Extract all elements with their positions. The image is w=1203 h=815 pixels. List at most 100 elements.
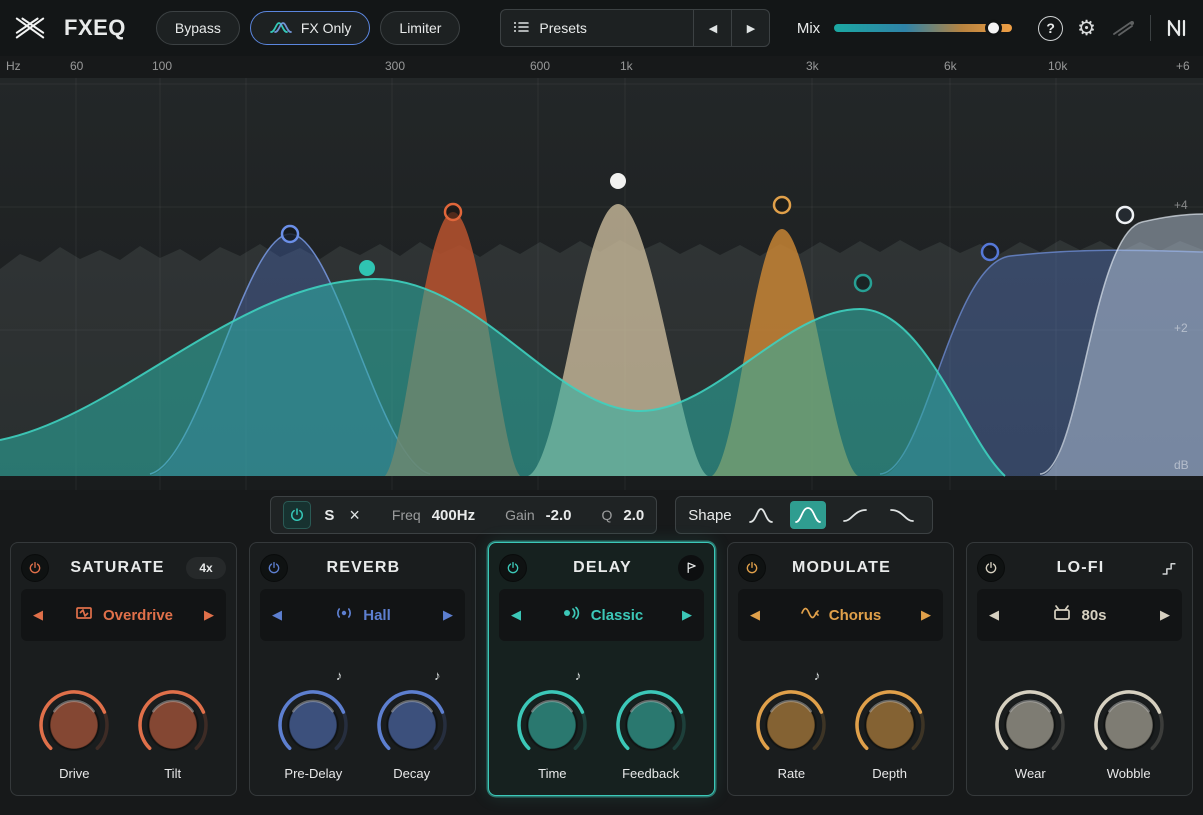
next-mode-button[interactable]: ▶ [670,607,704,623]
depth-knob[interactable] [853,688,927,762]
lofi-mode[interactable]: 80s [1011,603,1148,627]
shape-low-shelf-button[interactable] [837,501,873,529]
module-delay: DELAY ◀ Classic [488,542,715,796]
pre-delay-knob[interactable] [276,688,350,762]
mix-slider-thumb[interactable] [985,20,1002,37]
chorus-wave-icon [800,604,820,626]
routing-icon[interactable] [1110,17,1136,39]
modulate-mode-selector: ◀ Chorus ▶ [738,589,943,641]
module-modulate: MODULATE ◀ Chorus ▶ ♪ [727,542,954,796]
note-sync-icon[interactable]: ♪ [434,668,441,688]
note-sync-icon[interactable]: ♪ [814,668,821,688]
band-handle-5[interactable] [774,197,790,213]
next-mode-button[interactable]: ▶ [192,607,226,623]
mix-slider[interactable] [834,24,1012,32]
band-handle-2[interactable] [359,260,375,276]
knob-label: Wear [1015,766,1046,781]
gain-scale-label: dB [1174,458,1189,472]
bitcrush-stairs-icon[interactable] [1156,555,1182,581]
header-icons: ? ⚙ [1038,15,1189,41]
prev-mode-button[interactable]: ◀ [977,607,1011,623]
band-power-button[interactable] [283,501,311,529]
fx-only-icon [269,20,293,37]
shape-high-shelf-button[interactable] [884,501,920,529]
echo-icon [560,603,582,627]
saturate-mode[interactable]: Overdrive [55,603,192,627]
prev-mode-button[interactable]: ◀ [260,607,294,623]
module-lofi: LO-FI ◀ 80s [966,542,1193,796]
module-reverb: REVERB ◀ Hall ▶ ♪ [249,542,476,796]
prev-mode-button[interactable]: ◀ [499,607,533,623]
next-mode-button[interactable]: ▶ [431,607,465,623]
shape-wide-bell-button[interactable] [790,501,826,529]
reverb-mode[interactable]: Hall [294,603,431,627]
band-handle-4[interactable] [610,173,626,189]
tilt-knob[interactable] [136,688,210,762]
shape-narrow-bell-button[interactable] [743,501,779,529]
lofi-mode-selector: ◀ 80s ▶ [977,589,1182,641]
help-icon[interactable]: ? [1038,16,1063,41]
fx-only-button[interactable]: FX Only [250,11,371,45]
saturate-power-button[interactable] [21,554,49,582]
knob-label: Depth [872,766,907,781]
drive-knob[interactable] [37,688,111,762]
modulate-mode[interactable]: Chorus [772,604,909,626]
q-value[interactable]: 2.0 [623,507,644,524]
gain-value[interactable]: -2.0 [546,507,572,524]
next-mode-button[interactable]: ▶ [1148,607,1182,623]
band-handle-1[interactable] [282,226,298,242]
preset-menu-button[interactable]: Presets [501,10,693,46]
delay-mode[interactable]: Classic [533,603,670,627]
module-title: SATURATE [57,559,178,577]
modulate-power-button[interactable] [738,554,766,582]
decay-knob[interactable] [375,688,449,762]
band-handle-8[interactable] [1117,207,1133,223]
ruler-tick: 10k [1048,59,1067,73]
limiter-button[interactable]: Limiter [380,11,460,45]
time-knob[interactable] [515,688,589,762]
settings-gear-icon[interactable]: ⚙ [1077,18,1096,39]
ni-logo-icon[interactable] [1165,16,1189,40]
band-handle-6[interactable] [855,275,871,291]
rate-knob[interactable] [754,688,828,762]
band-solo-button[interactable]: S [322,507,336,524]
band-delete-button[interactable]: × [347,506,362,524]
knob-label: Tilt [164,766,181,781]
freq-value[interactable]: 400Hz [432,507,475,524]
wobble-knob[interactable] [1092,688,1166,762]
band-params-pill: S × Freq 400Hz Gain -2.0 Q 2.0 [270,496,657,534]
retro-tv-icon [1052,603,1072,627]
preset-next-button[interactable]: ▶ [731,10,769,46]
next-mode-button[interactable]: ▶ [909,607,943,623]
band-controls-bar: S × Freq 400Hz Gain -2.0 Q 2.0 Shape [0,496,1203,534]
preset-prev-button[interactable]: ◀ [693,10,731,46]
note-sync-icon[interactable]: ♪ [336,668,343,688]
knob-label: Rate [778,766,805,781]
oversampling-badge[interactable]: 4x [186,557,226,579]
prev-mode-button[interactable]: ◀ [21,607,55,623]
band-handle-7[interactable] [982,244,998,260]
ruler-tick: +6 [1176,59,1190,73]
eq-display[interactable]: +4 +2 dB [0,78,1203,490]
hall-icon [334,603,354,627]
ping-pong-icon[interactable] [678,555,704,581]
shape-pill: Shape [675,496,932,534]
mix-label: Mix [797,20,820,37]
delay-power-button[interactable] [499,554,527,582]
note-sync-icon[interactable]: ♪ [575,668,582,688]
module-title: REVERB [296,559,431,577]
ruler-tick: 6k [944,59,957,73]
lofi-power-button[interactable] [977,554,1005,582]
reverb-power-button[interactable] [260,554,288,582]
wear-knob[interactable] [993,688,1067,762]
overdrive-icon [74,603,94,627]
module-rack: SATURATE 4x ◀ Overdrive ▶ [0,534,1203,796]
app-title: FXEQ [64,15,126,41]
feedback-knob[interactable] [614,688,688,762]
band-handle-3[interactable] [445,204,461,220]
reverb-mode-selector: ◀ Hall ▶ [260,589,465,641]
module-title: MODULATE [774,559,909,577]
bypass-button[interactable]: Bypass [156,11,240,45]
gain-scale-label: +4 [1174,198,1188,212]
prev-mode-button[interactable]: ◀ [738,607,772,623]
